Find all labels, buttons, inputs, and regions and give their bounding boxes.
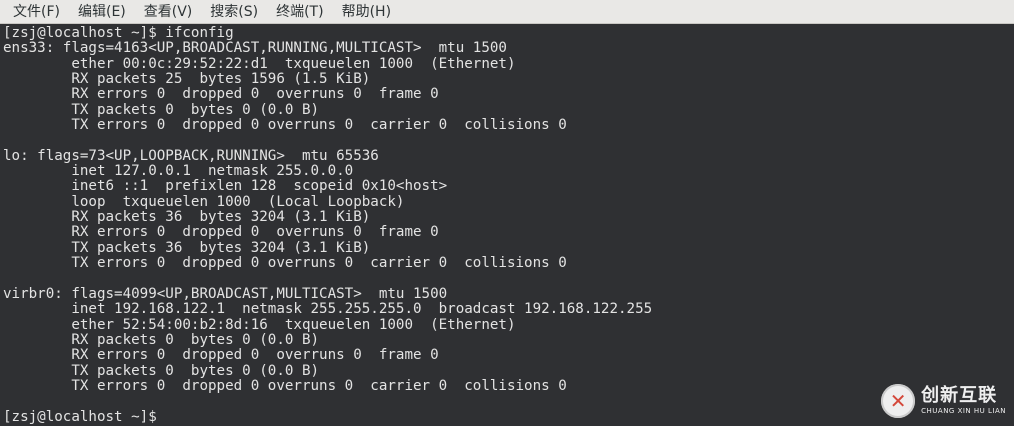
terminal-line: loop txqueuelen 1000 (Local Loopback) <box>3 193 405 210</box>
terminal-line: TX packets 36 bytes 3204 (3.1 KiB) <box>3 239 371 256</box>
terminal-line: RX packets 36 bytes 3204 (3.1 KiB) <box>3 209 371 226</box>
terminal-line: ether 52:54:00:b2:8d:16 txqueuelen 1000 … <box>3 316 516 333</box>
menu-help[interactable]: 帮助(H) <box>333 0 400 24</box>
terminal-line: TX errors 0 dropped 0 overruns 0 carrier… <box>3 117 567 134</box>
terminal-output[interactable]: [zsj@localhost ~]$ ifconfig ens33: flags… <box>0 24 1014 426</box>
menu-edit[interactable]: 编辑(E) <box>69 0 135 24</box>
terminal-line: TX packets 0 bytes 0 (0.0 B) <box>3 362 320 379</box>
menu-bar: 文件(F) 编辑(E) 查看(V) 搜索(S) 终端(T) 帮助(H) <box>0 0 1014 24</box>
terminal-line: RX errors 0 dropped 0 overruns 0 frame 0 <box>3 224 439 241</box>
terminal-line: inet 192.168.122.1 netmask 255.255.255.0… <box>3 301 653 318</box>
terminal-line: ens33: flags=4163<UP,BROADCAST,RUNNING,M… <box>3 40 507 57</box>
terminal-line: RX packets 0 bytes 0 (0.0 B) <box>3 331 320 348</box>
menu-file[interactable]: 文件(F) <box>4 0 69 24</box>
terminal-line: lo: flags=73<UP,LOOPBACK,RUNNING> mtu 65… <box>3 147 379 164</box>
watermark-text: 创新互联 CHUANG XIN HU LIAN <box>921 387 1006 415</box>
terminal-window: 文件(F) 编辑(E) 查看(V) 搜索(S) 终端(T) 帮助(H) [zsj… <box>0 0 1014 426</box>
watermark-main: 创新互联 <box>921 385 998 406</box>
terminal-line: RX errors 0 dropped 0 overruns 0 frame 0 <box>3 347 439 364</box>
terminal-line: TX packets 0 bytes 0 (0.0 B) <box>3 101 320 118</box>
terminal-line: inet6 ::1 prefixlen 128 scopeid 0x10<hos… <box>3 178 448 195</box>
terminal-line: TX errors 0 dropped 0 overruns 0 carrier… <box>3 255 567 272</box>
terminal-line: RX packets 25 bytes 1596 (1.5 KiB) <box>3 71 371 88</box>
terminal-prompt-line: [zsj@localhost ~]$ <box>3 408 166 425</box>
watermark: ✕ 创新互联 CHUANG XIN HU LIAN <box>881 384 1006 418</box>
terminal-line: [zsj@localhost ~]$ ifconfig <box>3 25 234 41</box>
menu-view[interactable]: 查看(V) <box>135 0 202 24</box>
watermark-sub: CHUANG XIN HU LIAN <box>921 407 1006 415</box>
terminal-line: RX errors 0 dropped 0 overruns 0 frame 0 <box>3 86 439 103</box>
terminal-line: inet 127.0.0.1 netmask 255.0.0.0 <box>3 163 354 180</box>
menu-terminal[interactable]: 终端(T) <box>267 0 332 24</box>
menu-search[interactable]: 搜索(S) <box>201 0 267 24</box>
terminal-line: ether 00:0c:29:52:22:d1 txqueuelen 1000 … <box>3 55 516 72</box>
terminal-line: virbr0: flags=4099<UP,BROADCAST,MULTICAS… <box>3 285 448 302</box>
terminal-line: TX errors 0 dropped 0 overruns 0 carrier… <box>3 377 567 394</box>
brand-logo-icon: ✕ <box>881 384 916 418</box>
